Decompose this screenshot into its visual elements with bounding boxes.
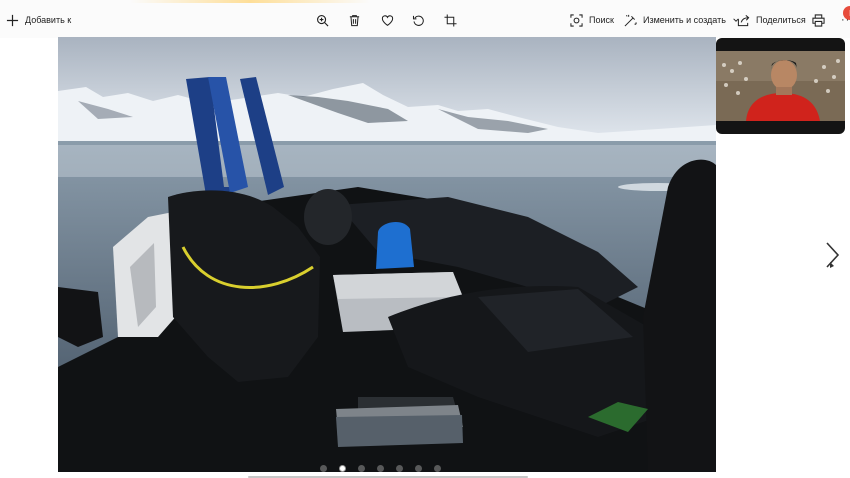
- rotate-button[interactable]: [412, 9, 425, 31]
- antarctic-dive-photo: [58, 37, 716, 472]
- visual-search-button[interactable]: Поиск: [570, 9, 614, 31]
- share-icon: [737, 14, 750, 26]
- more-options-button[interactable]: ··· Н: [841, 6, 850, 31]
- notification-badge: Н: [843, 6, 850, 20]
- add-to-label: Добавить к: [25, 15, 72, 25]
- edit-create-label: Изменить и создать: [643, 15, 726, 25]
- filmstrip-dot-active[interactable]: [339, 465, 346, 472]
- zoom-in-icon: [317, 14, 329, 26]
- delete-button[interactable]: [348, 9, 361, 31]
- crop-icon: [444, 13, 457, 27]
- visual-search-icon: [570, 13, 583, 27]
- filmstrip-dot[interactable]: [377, 465, 384, 472]
- print-button[interactable]: [812, 9, 825, 31]
- filmstrip-dot[interactable]: [434, 465, 441, 472]
- search-label: Поиск: [589, 15, 614, 25]
- chevron-right-icon: [826, 242, 840, 268]
- top-glow: [130, 0, 370, 3]
- toolbar: Добавить к Поиск Изменить и создать Поде…: [0, 0, 850, 38]
- edit-create-button[interactable]: Изменить и создать: [624, 9, 740, 31]
- filmstrip-dot[interactable]: [415, 465, 422, 472]
- plus-icon: [6, 14, 19, 26]
- filmstrip-dot[interactable]: [396, 465, 403, 472]
- favorite-button[interactable]: [381, 9, 394, 31]
- share-button[interactable]: Поделиться: [737, 9, 806, 31]
- zoom-in-button[interactable]: [316, 9, 329, 31]
- next-image-button[interactable]: [822, 240, 842, 270]
- filmstrip-dot[interactable]: [320, 465, 327, 472]
- edit-create-icon: [624, 14, 637, 26]
- rotate-icon: [412, 15, 424, 26]
- share-label: Поделиться: [756, 15, 806, 25]
- trash-icon: [349, 14, 360, 26]
- add-to-button[interactable]: Добавить к: [6, 9, 71, 31]
- crop-button[interactable]: [444, 9, 457, 31]
- filmstrip-dots: [320, 465, 441, 472]
- video-call-overlay[interactable]: [716, 38, 845, 134]
- main-photo: [58, 37, 716, 472]
- heart-icon: [381, 14, 394, 26]
- filmstrip-dot[interactable]: [358, 465, 365, 472]
- print-icon: [812, 13, 825, 27]
- participant-video: [716, 51, 845, 121]
